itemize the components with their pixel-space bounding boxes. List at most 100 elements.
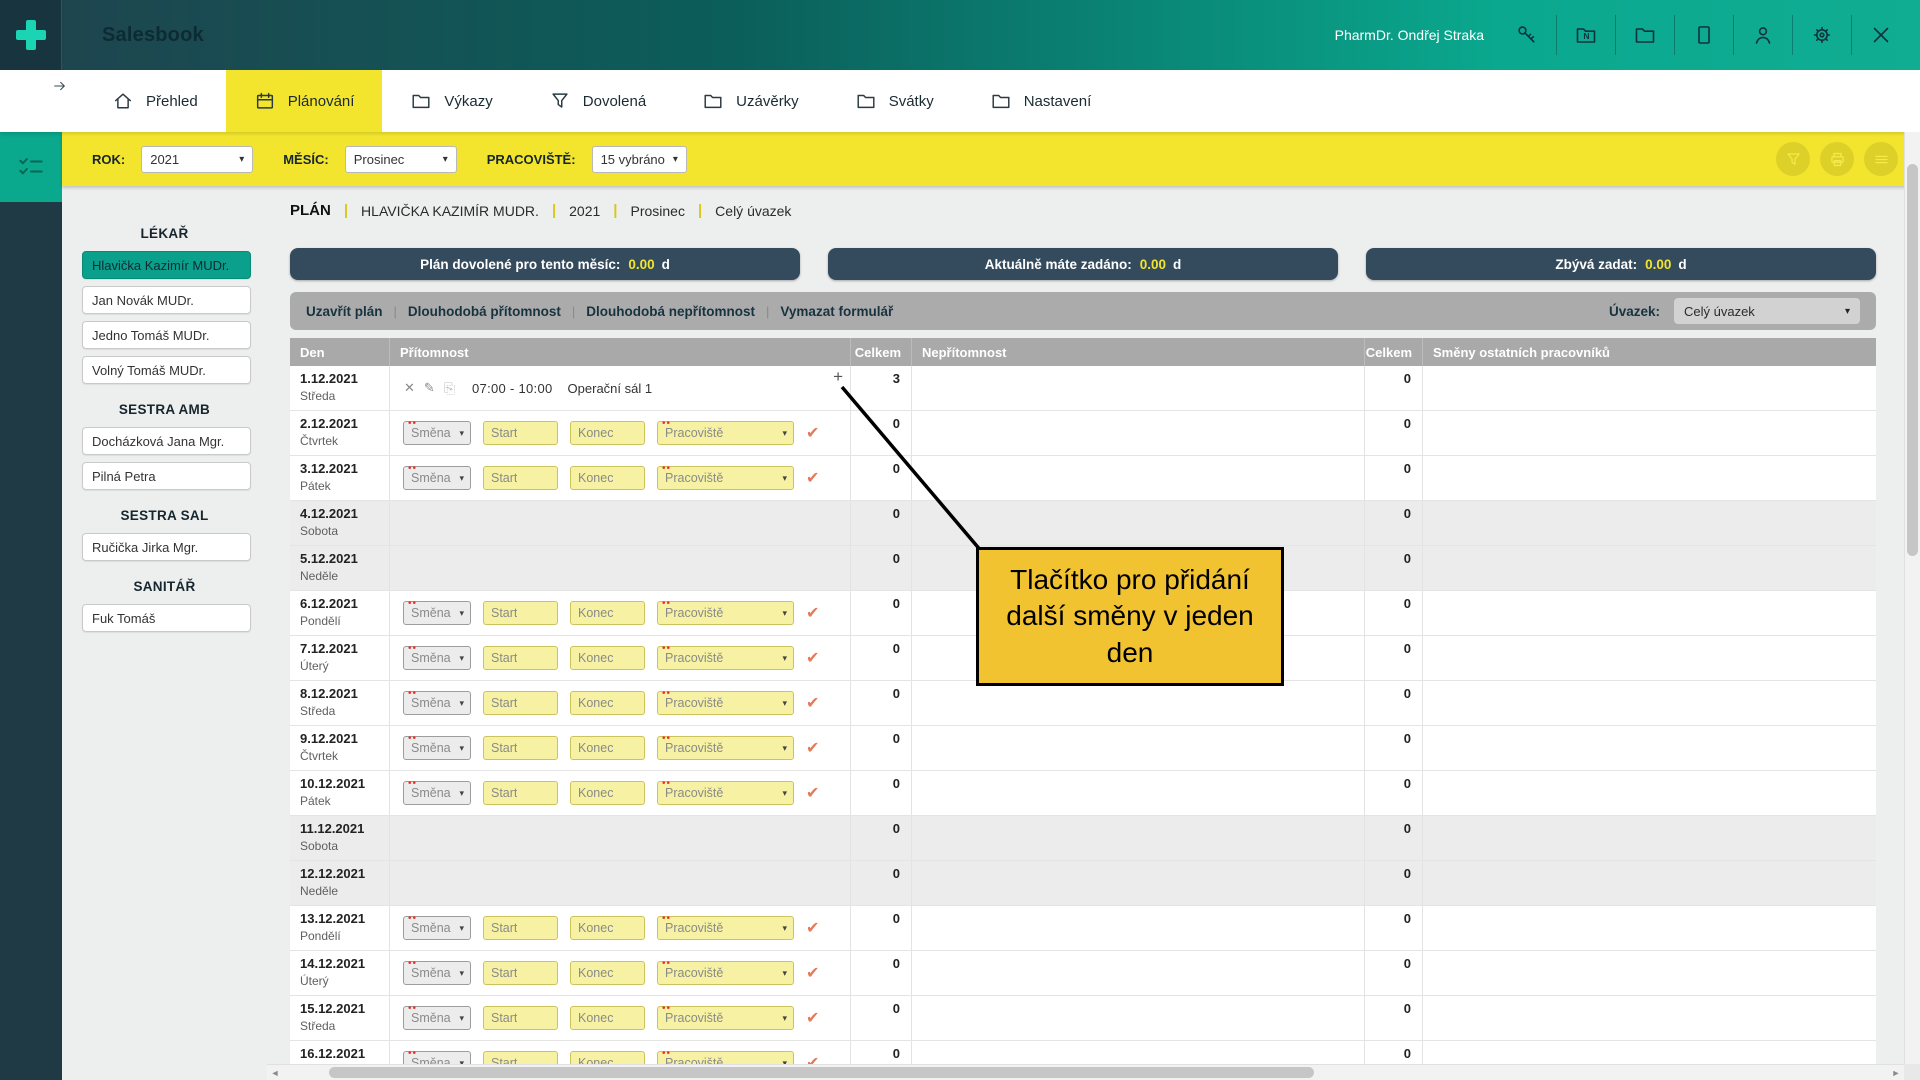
sidebar-item-pilna-petra[interactable]: Pilná Petra [82,462,251,490]
end-time-input[interactable]: Konec [570,781,645,805]
end-time-input[interactable]: Konec [570,961,645,985]
rok-select[interactable]: 2021▾ [141,146,253,173]
gear-icon[interactable] [1809,22,1835,48]
start-time-input[interactable]: Start [483,1051,558,1064]
vymazat-formular-button[interactable]: Vymazat formulář [780,304,893,319]
horizontal-scrollbar-thumb[interactable] [329,1067,1314,1078]
start-time-input[interactable]: Start [483,601,558,625]
confirm-check-icon[interactable]: ✔ [806,423,819,443]
sidebar-item-jedno-tomas-mudr-[interactable]: Jedno Tomáš MUDr. [82,321,251,349]
sidebar-item-volny-tomas-mudr-[interactable]: Volný Tomáš MUDr. [82,356,251,384]
shift-type-select[interactable]: Směna▾ [403,916,471,940]
workplace-select[interactable]: Pracoviště▾ [657,1006,794,1030]
end-time-input[interactable]: Konec [570,601,645,625]
close-icon[interactable] [1868,22,1894,48]
shift-type-select[interactable]: Směna▾ [403,691,471,715]
shift-type-select[interactable]: Směna▾ [403,736,471,760]
start-time-input[interactable]: Start [483,691,558,715]
window-icon[interactable] [1691,22,1717,48]
confirm-check-icon[interactable]: ✔ [806,603,819,623]
end-time-input[interactable]: Konec [570,691,645,715]
start-time-input[interactable]: Start [483,1006,558,1030]
confirm-check-icon[interactable]: ✔ [806,468,819,488]
start-time-input[interactable]: Start [483,421,558,445]
workplace-select[interactable]: Pracoviště▾ [657,736,794,760]
sidebar-item-jan-novak-mudr-[interactable]: Jan Novák MUDr. [82,286,251,314]
tab-vykazy[interactable]: Výkazy [382,70,520,132]
filter-button[interactable] [1776,142,1810,176]
workplace-select[interactable]: Pracoviště▾ [657,781,794,805]
forward-arrow-icon[interactable] [52,78,70,96]
workplace-select[interactable]: Pracoviště▾ [657,421,794,445]
start-time-input[interactable]: Start [483,736,558,760]
delete-shift-icon[interactable]: ✕ [404,380,415,396]
shift-type-select[interactable]: Směna▾ [403,781,471,805]
copy-shift-icon[interactable]: ⎘ [444,380,455,397]
sidebar-item-dochazkova-jana-mgr-[interactable]: Docházková Jana Mgr. [82,427,251,455]
confirm-check-icon[interactable]: ✔ [806,783,819,803]
key-icon[interactable] [1514,22,1540,48]
tab-nastaveni[interactable]: Nastavení [962,70,1120,132]
shift-type-select[interactable]: Směna▾ [403,601,471,625]
end-time-input[interactable]: Konec [570,646,645,670]
tab-planovani[interactable]: Plánování [226,70,383,132]
mesic-select[interactable]: Prosinec▾ [345,146,457,173]
end-time-input[interactable]: Konec [570,1051,645,1064]
end-time-input[interactable]: Konec [570,466,645,490]
workplace-select[interactable]: Pracoviště▾ [657,466,794,490]
print-button[interactable] [1820,142,1854,176]
shift-type-select[interactable]: Směna▾ [403,466,471,490]
start-time-input[interactable]: Start [483,646,558,670]
workplace-select[interactable]: Pracoviště▾ [657,961,794,985]
checklist-icon[interactable] [0,132,62,202]
confirm-check-icon[interactable]: ✔ [806,738,819,758]
scroll-right-arrow[interactable]: ► [1888,1068,1904,1078]
shift-type-select[interactable]: Směna▾ [403,1051,471,1064]
start-time-input[interactable]: Start [483,916,558,940]
workplace-select[interactable]: Pracoviště▾ [657,1051,794,1064]
tab-svatky[interactable]: Svátky [827,70,962,132]
end-time-input[interactable]: Konec [570,421,645,445]
start-time-input[interactable]: Start [483,781,558,805]
confirm-check-icon[interactable]: ✔ [806,963,819,983]
dlouhodoba-pritomnost-button[interactable]: Dlouhodobá přítomnost [408,304,561,319]
sidebar-item-fuk-tomas[interactable]: Fuk Tomáš [82,604,251,632]
end-time-input[interactable]: Konec [570,916,645,940]
sidebar-item-hlavicka-kazimir-mudr-[interactable]: Hlavička Kazimír MUDr. [82,251,251,279]
horizontal-scrollbar[interactable]: ◄ ► [267,1064,1904,1080]
end-time-input[interactable]: Konec [570,736,645,760]
user-icon[interactable] [1750,22,1776,48]
start-time-input[interactable]: Start [483,961,558,985]
folder-icon[interactable] [1632,22,1658,48]
edit-shift-icon[interactable]: ✎ [424,380,435,396]
confirm-check-icon[interactable]: ✔ [806,1053,819,1064]
menu-button[interactable] [1864,142,1898,176]
workplace-select[interactable]: Pracoviště▾ [657,646,794,670]
uzavrit-plan-button[interactable]: Uzavřít plán [306,304,383,319]
confirm-check-icon[interactable]: ✔ [806,648,819,668]
end-time-input[interactable]: Konec [570,1006,645,1030]
tab-prehled[interactable]: Přehled [84,70,226,132]
start-time-input[interactable]: Start [483,466,558,490]
scroll-left-arrow[interactable]: ◄ [267,1068,283,1078]
shift-type-select[interactable]: Směna▾ [403,421,471,445]
shift-type-select[interactable]: Směna▾ [403,1006,471,1030]
uvazek-select[interactable]: Celý úvazek ▾ [1674,298,1860,324]
tab-uzaverky[interactable]: Uzávěrky [674,70,827,132]
folder-n-icon[interactable]: N [1573,22,1599,48]
workplace-select[interactable]: Pracoviště▾ [657,916,794,940]
tab-dovolena[interactable]: Dovolená [521,70,674,132]
vertical-scrollbar-thumb[interactable] [1907,164,1918,556]
shift-type-select[interactable]: Směna▾ [403,961,471,985]
confirm-check-icon[interactable]: ✔ [806,918,819,938]
workplace-select[interactable]: Pracoviště▾ [657,691,794,715]
workplace-select[interactable]: Pracoviště▾ [657,601,794,625]
pracoviste-select[interactable]: 15 vybráno▾ [592,146,687,173]
add-shift-button[interactable]: + [833,368,843,385]
dlouhodoba-nepritomnost-button[interactable]: Dlouhodobá nepřítomnost [586,304,755,319]
sidebar-item-rucicka-jirka-mgr-[interactable]: Ručička Jirka Mgr. [82,533,251,561]
confirm-check-icon[interactable]: ✔ [806,1008,819,1028]
vertical-scrollbar[interactable] [1904,132,1920,1064]
confirm-check-icon[interactable]: ✔ [806,693,819,713]
shift-type-select[interactable]: Směna▾ [403,646,471,670]
